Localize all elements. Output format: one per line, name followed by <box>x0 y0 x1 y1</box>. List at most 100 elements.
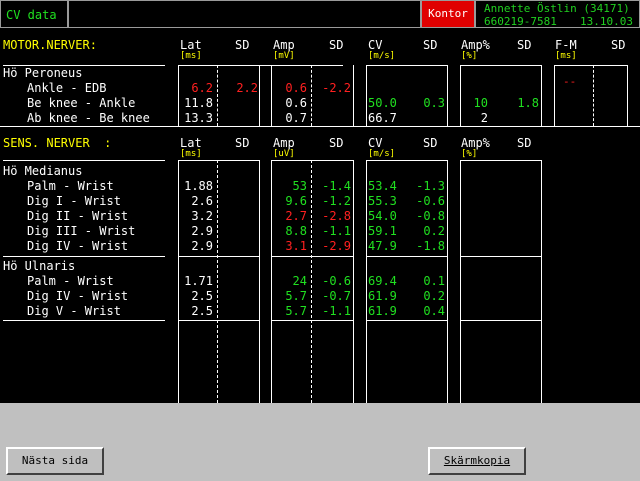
motor-col-ampp: Amp% <box>461 38 490 52</box>
divider <box>259 160 260 403</box>
divider <box>3 256 165 257</box>
motor-col-lat: Lat <box>180 38 202 52</box>
divider <box>0 126 640 127</box>
motor-col-ampp-sd: SD <box>517 38 532 52</box>
amp-value: 53 <box>292 179 307 193</box>
divider <box>627 65 628 126</box>
next-page-button[interactable]: Nästa sida <box>6 447 104 475</box>
amp-sd-value: -1.1 <box>322 304 351 318</box>
sens-col-amp: Amp <box>273 136 295 150</box>
lat-value: 2.9 <box>191 239 213 253</box>
divider <box>3 160 165 161</box>
amp-sd-value: -0.6 <box>322 274 351 288</box>
button-bar: Nästa sida Skärmkopia <box>0 403 640 481</box>
divider <box>366 65 367 126</box>
divider <box>460 320 542 321</box>
divider <box>366 160 367 403</box>
divider <box>217 160 218 403</box>
cv-value: 61.9 <box>368 289 397 303</box>
motor-col-ampp-unit: [%] <box>461 51 478 61</box>
divider <box>554 65 555 126</box>
cv-value: 53.4 <box>368 179 397 193</box>
amp-value: 24 <box>292 274 307 288</box>
amp-value: 0.7 <box>285 111 307 125</box>
lat-value: 1.71 <box>184 274 213 288</box>
divider <box>353 65 354 126</box>
sens-col-cv-sd: SD <box>423 136 438 150</box>
divider <box>460 256 542 257</box>
divider <box>271 160 354 161</box>
divider <box>554 65 627 66</box>
motor-col-fm-unit: [ms] <box>555 51 577 61</box>
nerve-segment-name: Ankle - EDB <box>27 81 107 95</box>
motor-group-peroneus: Hö Peroneus <box>3 66 83 80</box>
lat-value: 13.3 <box>184 111 213 125</box>
nerve-segment-name: Be knee - Ankle <box>27 96 136 110</box>
divider <box>178 160 260 161</box>
motor-col-amp-sd: SD <box>329 38 344 52</box>
cv-value: 55.3 <box>368 194 397 208</box>
divider <box>178 256 260 257</box>
cv-sd-value: -0.8 <box>416 209 445 223</box>
sens-col-lat-sd: SD <box>235 136 250 150</box>
kontor-mode-button[interactable]: Kontor <box>421 0 475 28</box>
ampp-value: 10 <box>473 96 488 110</box>
nerve-segment-name: Dig I - Wrist <box>27 194 121 208</box>
divider <box>178 160 179 403</box>
lat-value: 2.5 <box>191 304 213 318</box>
title-box: CV data <box>0 0 68 28</box>
divider <box>271 320 354 321</box>
amp-sd-value: -2.2 <box>322 81 351 95</box>
motor-col-cv-sd: SD <box>423 38 438 52</box>
lat-value: 2.6 <box>191 194 213 208</box>
divider <box>178 65 179 126</box>
amp-value: 0.6 <box>285 96 307 110</box>
sens-col-lat-unit: [ms] <box>180 149 202 159</box>
nerve-segment-name: Palm - Wrist <box>27 179 114 193</box>
cv-sd-value: -1.8 <box>416 239 445 253</box>
divider <box>259 65 260 126</box>
cv-sd-value: 0.3 <box>423 96 445 110</box>
cv-value: 54.0 <box>368 209 397 223</box>
motor-section-title: MOTOR.NERVER: <box>3 38 97 52</box>
divider <box>178 320 260 321</box>
amp-value: 5.7 <box>285 289 307 303</box>
amp-value: 0.6 <box>285 81 307 95</box>
amp-sd-value: -0.7 <box>322 289 351 303</box>
cv-sd-value: -0.6 <box>416 194 445 208</box>
divider <box>271 256 354 257</box>
cv-sd-value: -1.3 <box>416 179 445 193</box>
divider <box>541 160 542 403</box>
nerve-segment-name: Dig IV - Wrist <box>27 239 129 253</box>
sens-group-ulnaris: Hö Ulnaris <box>3 259 76 273</box>
divider <box>366 65 448 66</box>
divider <box>311 160 312 403</box>
patient-name: Annette Östlin (34171) <box>484 2 630 15</box>
amp-value: 5.7 <box>285 304 307 318</box>
divider <box>353 160 354 403</box>
divider <box>593 65 594 126</box>
divider <box>366 256 448 257</box>
nerve-segment-name: Palm - Wrist <box>27 274 114 288</box>
sens-col-amp-unit: [uV] <box>273 149 295 159</box>
motor-col-fm-sd: SD <box>611 38 626 52</box>
divider <box>460 160 542 161</box>
divider <box>460 65 461 126</box>
motor-col-amp: Amp <box>273 38 295 52</box>
screenshot-button[interactable]: Skärmkopia <box>428 447 526 475</box>
sens-col-lat: Lat <box>180 136 202 150</box>
cv-value: 50.0 <box>368 96 397 110</box>
lat-value: 3.2 <box>191 209 213 223</box>
amp-sd-value: -2.8 <box>322 209 351 223</box>
amp-sd-value: -2.9 <box>322 239 351 253</box>
divider <box>311 65 312 126</box>
divider <box>178 65 343 66</box>
divider <box>460 160 461 403</box>
lat-value: 6.2 <box>191 81 213 95</box>
divider <box>366 160 448 161</box>
cv-value: 61.9 <box>368 304 397 318</box>
cv-value: 66.7 <box>368 111 397 125</box>
nerve-segment-name: Ab knee - Be knee <box>27 111 150 125</box>
sens-col-cv: CV <box>368 136 383 150</box>
motor-col-lat-unit: [ms] <box>180 51 202 61</box>
